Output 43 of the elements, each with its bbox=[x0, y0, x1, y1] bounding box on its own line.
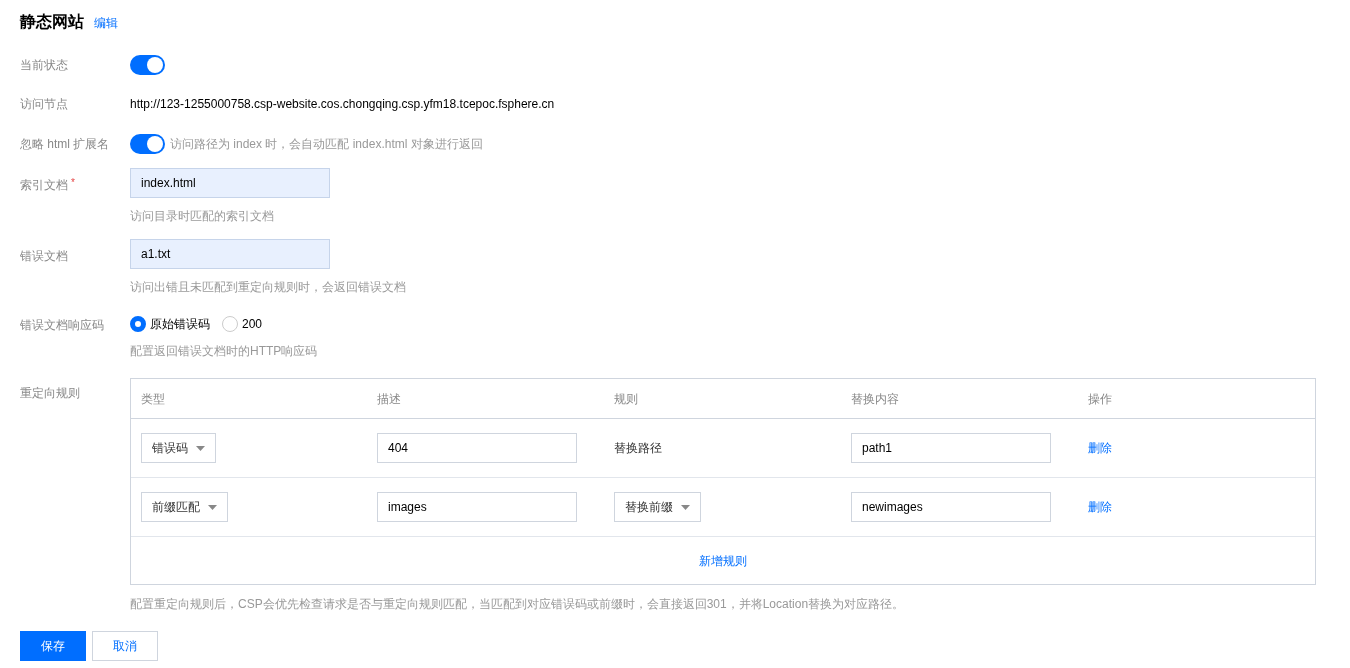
field-label: 错误文档响应码 bbox=[20, 317, 104, 334]
page-title: 静态网站 bbox=[20, 12, 84, 32]
toggle-switch[interactable] bbox=[130, 134, 165, 154]
field-label: 错误文档 bbox=[20, 248, 68, 265]
field-label: 忽略 html 扩展名 bbox=[20, 136, 110, 153]
toggle-switch[interactable] bbox=[130, 55, 165, 75]
field-label: 访问节点 bbox=[20, 96, 68, 113]
column-header: 类型 bbox=[140, 390, 166, 408]
column-header: 描述 bbox=[376, 390, 402, 408]
column-header: 替换内容 bbox=[850, 390, 900, 408]
endpoint-url: http://123-1255000758.csp-website.cos.chongqing.csp.yfm18.tcepoc.fsphere.cn bbox=[130, 96, 555, 113]
caret-icon bbox=[681, 504, 690, 510]
hint-text: 访问目录时匹配的索引文档 bbox=[130, 208, 275, 225]
table-cell-text: 替换路径 bbox=[614, 440, 662, 457]
input-field[interactable]: path1 bbox=[851, 433, 1051, 463]
hint-text: 访问路径为 index 时，会自动匹配 index.html 对象进行返回 bbox=[170, 136, 483, 153]
edit-link[interactable]: 编辑 bbox=[94, 14, 118, 32]
add-rule-link[interactable]: 新增规则 bbox=[699, 551, 747, 570]
dropdown[interactable]: 前缀匹配 bbox=[141, 492, 228, 522]
dropdown[interactable]: 错误码 bbox=[141, 433, 216, 463]
hint-text: 访问出错且未匹配到重定向规则时，会返回错误文档 bbox=[130, 279, 406, 296]
field-label: 索引文档 bbox=[20, 177, 68, 194]
delete-link[interactable]: 删除 bbox=[1088, 439, 1112, 457]
input-field[interactable]: a1.txt bbox=[130, 239, 330, 269]
column-header: 规则 bbox=[613, 390, 639, 408]
caret-icon bbox=[208, 504, 217, 510]
field-label: 重定向规则 bbox=[20, 385, 80, 402]
dropdown[interactable]: 替换前缀 bbox=[614, 492, 701, 522]
note-text: 配置重定向规则后，CSP会优先检查请求是否与重定向规则匹配，当匹配到对应错误码或前缀时，会直接返回301，并将Location替换为对应路径。 bbox=[130, 596, 906, 613]
cancel-button[interactable]: 取消 bbox=[92, 631, 158, 661]
required-mark: * bbox=[71, 176, 75, 190]
field-label: 当前状态 bbox=[20, 57, 68, 74]
input-field[interactable]: index.html bbox=[130, 168, 330, 198]
radio-option[interactable]: 200 bbox=[222, 315, 263, 333]
input-field[interactable]: 404 bbox=[377, 433, 577, 463]
delete-link[interactable]: 删除 bbox=[1088, 498, 1112, 516]
caret-icon bbox=[196, 445, 205, 451]
column-header: 操作 bbox=[1087, 390, 1113, 408]
input-field[interactable]: newimages bbox=[851, 492, 1051, 522]
hint-text: 配置返回错误文档时的HTTP响应码 bbox=[130, 343, 318, 360]
input-field[interactable]: images bbox=[377, 492, 577, 522]
save-button[interactable]: 保存 bbox=[20, 631, 86, 661]
radio-option[interactable]: 原始错误码 bbox=[130, 315, 210, 333]
